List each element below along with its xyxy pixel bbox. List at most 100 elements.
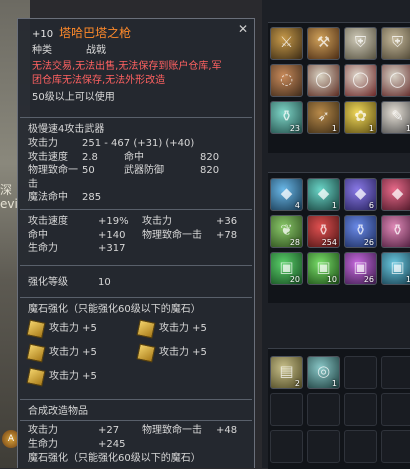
inventory-slot[interactable]: ◯ [344, 64, 377, 97]
stat-label: 物理致命一击 [142, 425, 202, 436]
item-title: +10 塔哈巴塔之枪 [32, 25, 246, 43]
item-count: 28 [289, 238, 300, 247]
inventory-slot[interactable]: ▣ 1 [381, 252, 410, 285]
item-count: 1 [405, 124, 410, 133]
inventory-slot-empty[interactable] [344, 356, 377, 389]
inventory-slot-empty[interactable] [381, 393, 410, 426]
inventory-slot[interactable]: ◯ [307, 64, 340, 97]
manastone-row: 攻击力 +5 攻击力 +5 [26, 341, 248, 365]
item-count: 26 [363, 238, 374, 247]
stat-value: 2.8 [82, 151, 98, 163]
feather-icon: ✎ [391, 107, 404, 125]
potion-icon: ⚱ [354, 221, 367, 239]
manastone-slot[interactable]: 攻击力 +5 [136, 341, 248, 365]
inventory-slot[interactable]: ◆ 6 [344, 178, 377, 211]
inventory-slot-empty[interactable] [381, 430, 410, 463]
divider [20, 265, 252, 266]
inventory-slot[interactable]: ▣ 20 [270, 252, 303, 285]
crystal-icon: ◆ [280, 184, 293, 202]
restriction-line: 无法交易,无法出售,无法保存到账户仓库,军 [32, 61, 222, 72]
stat-row: 命中 +140 物理致命一击 +78 [28, 229, 248, 243]
ring-icon: ◯ [389, 70, 406, 88]
inventory-slot-empty[interactable] [270, 393, 303, 426]
spear-icon: ⚔ [279, 33, 294, 51]
manastone-slot[interactable]: 攻击力 +5 [26, 341, 138, 365]
inventory-slot[interactable]: ◎ 1 [307, 356, 340, 389]
potion-icon: ⚱ [317, 221, 330, 239]
inventory-slot-empty[interactable] [344, 393, 377, 426]
inventory-slot[interactable]: ⛨ [381, 27, 410, 60]
inventory-slot[interactable]: ⚱ 254 [307, 215, 340, 248]
item-count: 26 [363, 275, 374, 284]
inventory-slot[interactable]: ➶ 1 [307, 101, 340, 134]
inventory-slot-empty[interactable] [344, 430, 377, 463]
inventory-slot[interactable]: ▣ 10 [307, 252, 340, 285]
stat-label: 物理致命一击 [28, 165, 78, 190]
divider [20, 209, 252, 210]
stat-row: 魔法命中 285 [28, 191, 248, 205]
inventory-slot-empty[interactable] [381, 356, 410, 389]
inventory-slot[interactable]: ❦ 28 [270, 215, 303, 248]
stat-label: 生命力 [28, 243, 58, 254]
item-tooltip: ✕ +10 塔哈巴塔之枪 种类 战戟 无法交易,无法出售,无法保存到账户仓库,军 … [17, 18, 255, 468]
inventory-slot-empty[interactable] [307, 393, 340, 426]
manastone-slot[interactable]: 攻击力 +5 [136, 317, 248, 341]
stat-value: 251 - 467 (+31) (+40) [82, 138, 195, 149]
inventory-slot[interactable]: ◆ 1 [307, 178, 340, 211]
inventory-slot[interactable]: ⚱ [381, 215, 410, 248]
inventory-slot[interactable]: ◌ [270, 64, 303, 97]
manastone-section: 魔石强化（只能强化60级以下的魔石） 攻击力 +5 攻击力 +5 攻击力 +5 … [26, 303, 248, 389]
stat-row: 攻击速度 +19% 攻击力 +36 [28, 215, 248, 229]
ring-icon: ◯ [352, 70, 369, 88]
world-text-line: 深 [0, 183, 13, 197]
scroll-icon: ▣ [279, 258, 294, 276]
inventory-slot-empty[interactable] [307, 430, 340, 463]
restriction-line: 团仓库无法保存,无法外形改造 [32, 75, 166, 86]
item-count: 254 [321, 238, 337, 247]
stat-row: 生命力 +245 [28, 438, 248, 452]
stat-value: +317 [98, 243, 126, 254]
base-stats: 极慢速4攻击武器 攻击力 251 - 467 (+31) (+40) 攻击速度 … [28, 123, 248, 205]
stat-row: 攻击速度 2.8 命中 820 [28, 151, 248, 165]
manastone-slot[interactable]: 攻击力 +5 [26, 317, 138, 341]
stat-label: 物理致命一击 [142, 229, 202, 241]
stat-label: 武器防御 [124, 165, 164, 176]
armor-icon: ⛨ [391, 33, 404, 51]
manastone-label: 攻击力 +5 [49, 371, 97, 382]
inventory-slot[interactable]: ⚔ [270, 27, 303, 60]
stat-value: +36 [216, 216, 238, 227]
manastone-icon [136, 319, 156, 339]
stat-value: 50 [82, 165, 95, 176]
inventory-slot[interactable]: ◆ [381, 178, 410, 211]
inventory-slot[interactable]: ⚒ [307, 27, 340, 60]
flower-icon: ✿ [354, 107, 367, 125]
inventory-slot[interactable]: ◆ 4 [270, 178, 303, 211]
stat-value: 820 [200, 151, 220, 163]
close-icon[interactable]: ✕ [238, 22, 248, 36]
manastone-label: 攻击力 +5 [159, 323, 207, 334]
stat-value: 820 [200, 165, 220, 176]
manastone-icon [26, 319, 46, 339]
inventory-slot[interactable]: ▤ 2 [270, 356, 303, 389]
inventory-slot[interactable]: ◯ [381, 64, 410, 97]
potion-icon: ⚱ [280, 107, 293, 125]
inventory-slot[interactable]: ▣ 26 [344, 252, 377, 285]
manastone-slot[interactable]: 攻击力 +5 [26, 365, 142, 389]
stat-row: 攻击力 +27 物理致命一击 +48 [28, 424, 248, 438]
chest-icon: ▤ [279, 362, 294, 380]
inventory-panel: ⚔ ⚒ ⛨ ⛨ ◌ ◯ ◯ ◯ ⚱ 23 ➶ 1 ✿ 1 ✎ 1 ◆ 4 ◆ 1 ◆ 6 ◆ ❦ 28 ⚱ 254 ⚱ 26 ⚱ ▣ 20 ▣… [262, 0, 410, 469]
inventory-slot[interactable]: ✿ 1 [344, 101, 377, 134]
inventory-slot[interactable]: ✎ 1 [381, 101, 410, 134]
inventory-slot[interactable]: ⛨ [344, 27, 377, 60]
crystal-icon: ◆ [391, 184, 404, 202]
scroll-icon: ▣ [316, 258, 331, 276]
world-text-line: evi [0, 197, 18, 211]
item-count: 6 [368, 201, 374, 210]
inventory-slot-empty[interactable] [270, 430, 303, 463]
inventory-slot[interactable]: ⚱ 23 [270, 101, 303, 134]
stat-row: 攻击力 251 - 467 (+31) (+40) [28, 137, 248, 151]
manastone-icon [26, 343, 46, 363]
stat-label: 攻击速度 [28, 151, 68, 163]
inventory-slot[interactable]: ⚱ 26 [344, 215, 377, 248]
manastone-label: 攻击力 +5 [159, 347, 207, 358]
